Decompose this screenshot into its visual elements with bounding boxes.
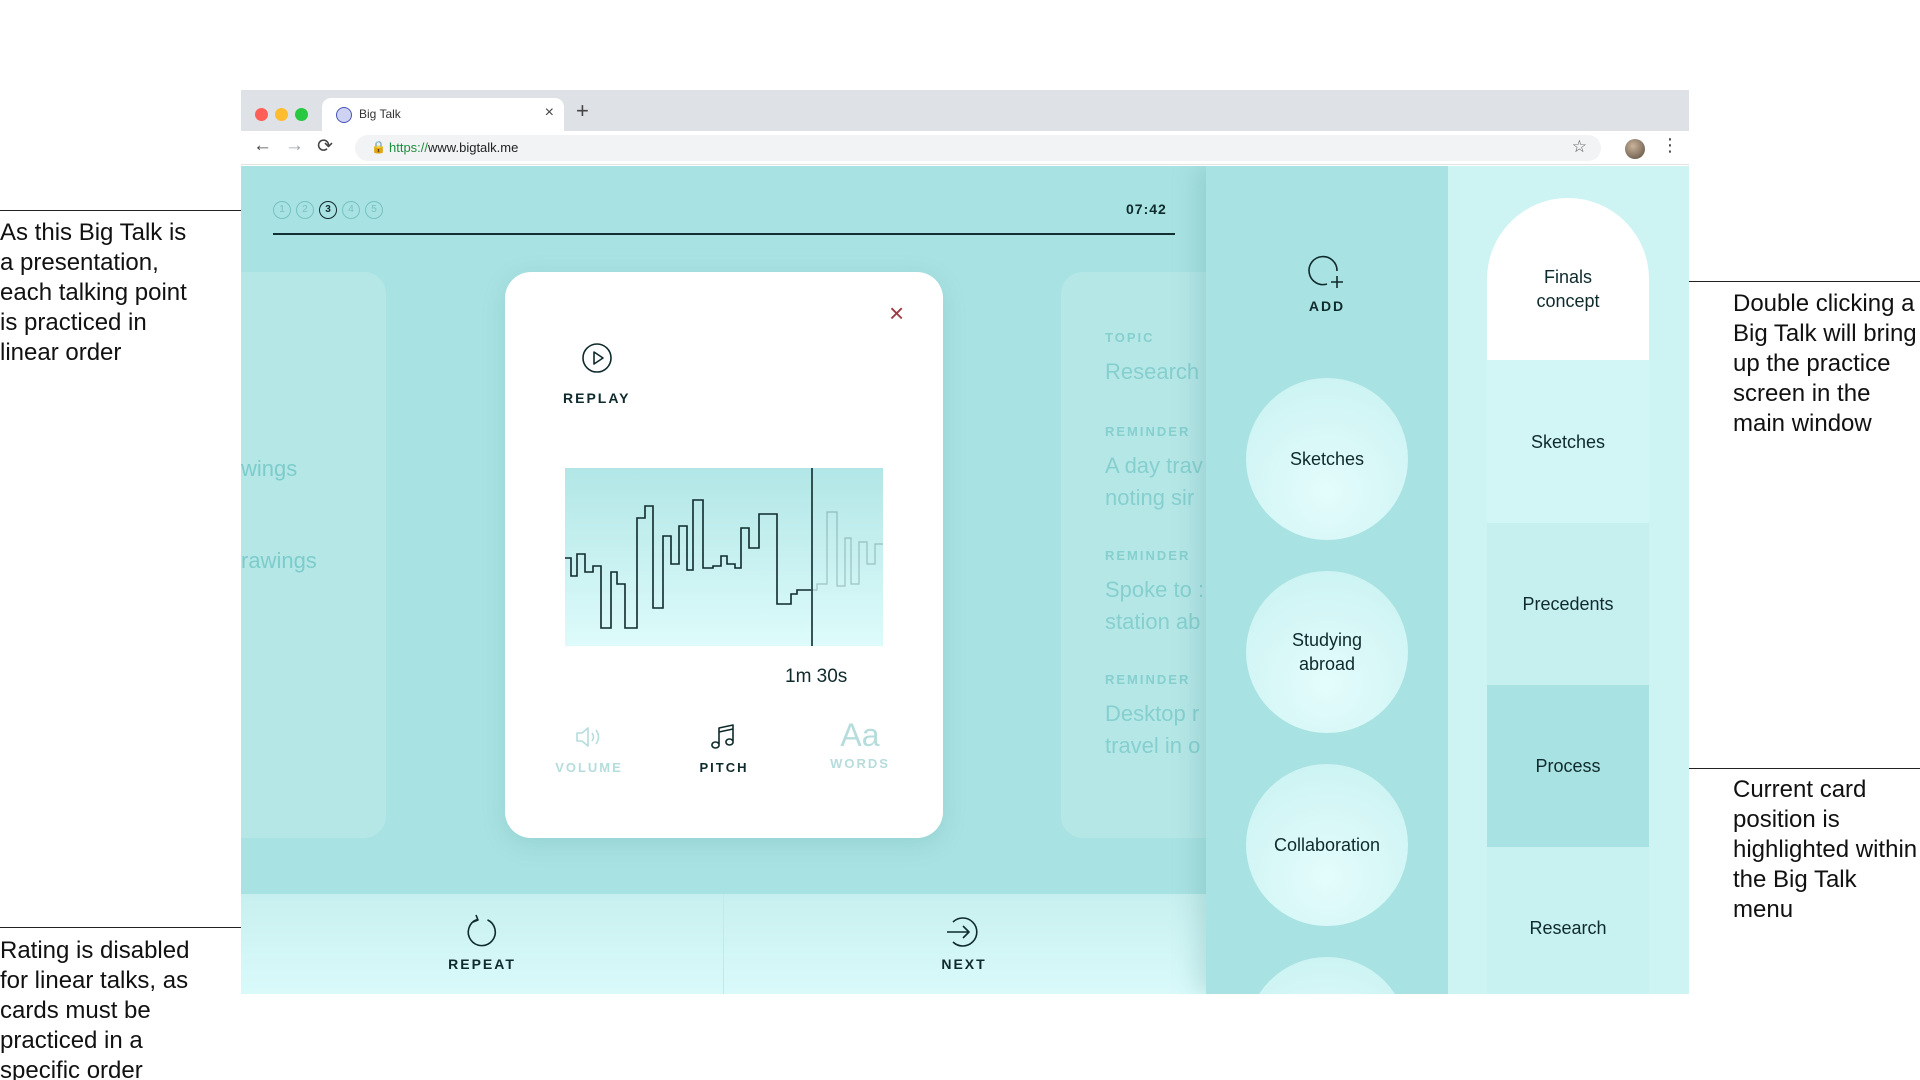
replay-label[interactable]: REPLAY xyxy=(563,390,631,406)
talking-points-column: ADD Sketches Studying abroad Collaborati… xyxy=(1206,166,1448,994)
menu-item-precedents[interactable]: Precedents xyxy=(1487,523,1649,685)
close-card-icon[interactable]: × xyxy=(889,298,904,329)
annotation-double-click: Double clicking a Big Talk will bring up… xyxy=(1733,290,1917,437)
browser-tab[interactable]: Big Talk × xyxy=(322,98,564,131)
browser-toolbar: ← → ⟳ 🔒 https://www.bigtalk.me ☆ ⋮ xyxy=(241,131,1689,165)
reminder-text: A day trav xyxy=(1105,453,1203,478)
progress-rule xyxy=(273,233,1175,235)
menu-item-research[interactable]: Research xyxy=(1487,847,1649,994)
reminder-label: REMINDER xyxy=(1105,548,1191,563)
talking-point-circle[interactable]: Studying abroad xyxy=(1246,571,1408,733)
tab-title: Big Talk xyxy=(359,107,401,121)
menu-item-label: Sketches xyxy=(1530,431,1606,452)
topic-label: TOPIC xyxy=(1105,330,1155,345)
words-mode-button[interactable]: Aa WORDS xyxy=(805,718,915,771)
talking-point-circle[interactable]: Sketches xyxy=(1246,378,1408,540)
big-talk-menu: Finals concept Sketches Precedents Proce… xyxy=(1448,166,1689,994)
reminder-text: travel in o xyxy=(1105,733,1201,758)
menu-item-label: Process xyxy=(1535,756,1601,776)
tab-close-icon[interactable]: × xyxy=(545,104,554,122)
add-circle-icon xyxy=(1308,255,1343,288)
divider xyxy=(723,894,724,994)
menu-item-label: Research xyxy=(1529,918,1607,938)
volume-mode-label: VOLUME xyxy=(555,760,623,775)
step-dot[interactable]: 5 xyxy=(365,201,383,219)
pitch-mode-button[interactable]: PITCH xyxy=(669,722,779,775)
reminder-text: station ab xyxy=(1105,609,1201,634)
repeat-button[interactable]: REPEAT xyxy=(422,914,542,972)
browser-menu-icon[interactable]: ⋮ xyxy=(1661,135,1679,156)
window-minimize-button[interactable] xyxy=(275,108,288,121)
address-bar[interactable]: 🔒 https://www.bigtalk.me ☆ xyxy=(355,135,1601,161)
lock-icon: 🔒 xyxy=(371,140,386,154)
window-close-button[interactable] xyxy=(255,108,268,121)
reload-icon[interactable]: ⟳ xyxy=(317,135,333,158)
repeat-label: REPEAT xyxy=(448,956,516,972)
pitch-graph xyxy=(565,468,883,646)
previous-card[interactable]: wings rawings xyxy=(241,272,386,838)
menu-item-sketches[interactable]: Sketches xyxy=(1487,360,1649,523)
practice-card: × REPLAY 1m 30s VOLUME PITCH Aa WORDS xyxy=(505,272,943,838)
previous-card-text: wings xyxy=(241,456,298,481)
annotation-linear-order: As this Big Talk is a presentation, each… xyxy=(0,219,187,366)
back-icon[interactable]: ← xyxy=(253,135,272,157)
annotation-current-card: Current card position is highlighted wit… xyxy=(1733,776,1918,923)
new-tab-icon[interactable]: + xyxy=(576,98,589,124)
forward-icon[interactable]: → xyxy=(285,135,304,157)
browser-window: Big Talk × + ← → ⟳ 🔒 https://www.bigtalk… xyxy=(241,90,1689,994)
window-maximize-button[interactable] xyxy=(295,108,308,121)
next-arrow-icon xyxy=(947,917,978,947)
step-dot[interactable]: 2 xyxy=(296,201,314,219)
reminder-text: noting sir xyxy=(1105,485,1195,510)
talking-point-circle[interactable] xyxy=(1246,957,1408,994)
speaker-icon xyxy=(576,727,600,747)
words-mode-label: WORDS xyxy=(830,756,890,771)
reminder-text: Spoke to : xyxy=(1105,577,1205,602)
add-button[interactable]: ADD xyxy=(1277,254,1377,314)
replay-icon[interactable] xyxy=(581,342,613,374)
menu-item-label: Finals concept xyxy=(1536,267,1600,311)
talking-point-circle[interactable]: Collaboration xyxy=(1246,764,1408,926)
bookmark-star-icon[interactable]: ☆ xyxy=(1572,137,1587,157)
menu-item-label: Precedents xyxy=(1522,594,1614,614)
next-button[interactable]: NEXT xyxy=(904,914,1024,972)
reminder-label: REMINDER xyxy=(1105,672,1191,687)
annotation-leader-line xyxy=(0,927,264,928)
url-text[interactable]: https://www.bigtalk.me xyxy=(389,140,518,155)
practice-screen: 12345 07:42 wings rawings TOPIC Research… xyxy=(241,166,1281,994)
volume-mode-button[interactable]: VOLUME xyxy=(534,722,644,775)
annotation-leader-line xyxy=(0,210,264,211)
step-indicator: 12345 xyxy=(273,201,383,219)
menu-item-process[interactable]: Process xyxy=(1487,685,1649,847)
topic-text: Research xyxy=(1105,359,1200,384)
pitch-mode-label: PITCH xyxy=(699,760,749,775)
music-note-icon xyxy=(711,724,734,749)
clip-duration: 1m 30s xyxy=(785,666,848,687)
add-label: ADD xyxy=(1308,298,1346,314)
favicon-icon xyxy=(336,107,352,123)
annotation-rating-disabled: Rating is disabled for linear talks, as … xyxy=(0,937,190,1080)
menu-item-finals-concept[interactable]: Finals concept xyxy=(1487,198,1649,360)
practice-action-bar: REPEAT NEXT xyxy=(241,894,1206,994)
talking-point-label: Studying abroad xyxy=(1291,630,1363,674)
step-dot[interactable]: 4 xyxy=(342,201,360,219)
talking-point-label: Sketches xyxy=(1289,449,1365,469)
next-label: NEXT xyxy=(941,956,987,972)
big-talk-app: 12345 07:42 wings rawings TOPIC Research… xyxy=(241,166,1689,994)
step-dot[interactable]: 1 xyxy=(273,201,291,219)
reminder-label: REMINDER xyxy=(1105,424,1191,439)
previous-card-text: rawings xyxy=(241,548,317,573)
repeat-icon xyxy=(467,914,497,947)
tab-bar: Big Talk × + xyxy=(241,90,1689,131)
talking-point-label: Collaboration xyxy=(1273,835,1381,855)
profile-avatar[interactable] xyxy=(1625,139,1645,159)
text-size-icon: Aa xyxy=(840,717,880,753)
reminder-text: Desktop r xyxy=(1105,701,1200,726)
step-dot[interactable]: 3 xyxy=(319,201,337,219)
practice-timer: 07:42 xyxy=(1126,201,1167,217)
